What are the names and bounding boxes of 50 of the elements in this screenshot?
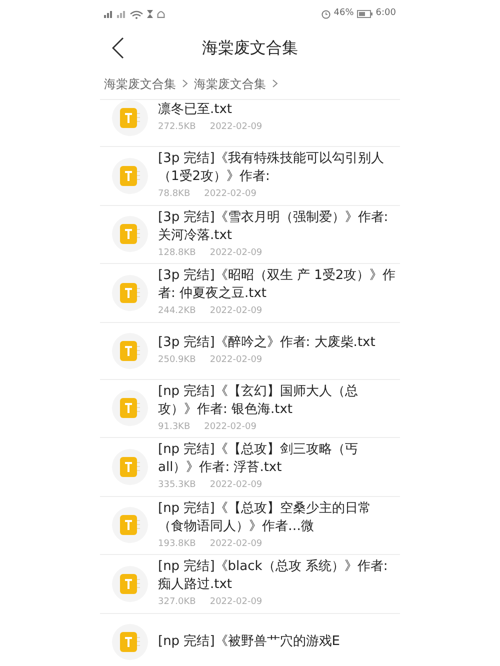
txt-file-icon [112, 507, 148, 544]
txt-file-icon [112, 332, 148, 368]
file-size: 244.2KB [158, 305, 196, 318]
chevron-right-icon [182, 79, 188, 88]
battery-percent: 46% [334, 7, 354, 20]
file-date: 2022-02-09 [210, 121, 262, 134]
signal-icon [104, 10, 113, 18]
file-size: 335.3KB [158, 479, 196, 492]
file-name[interactable]: [np 完结]《【总攻】空桑少主的日常（食物语同人）》作者…微 [158, 500, 396, 536]
txt-file-icon [112, 624, 148, 660]
file-date: 2022-02-09 [204, 188, 256, 201]
txt-file-icon [112, 566, 148, 602]
file-name[interactable]: [np 完结]《【玄幻】国师大人（总攻）》作者: 银色海.txt [158, 382, 396, 418]
clock-time: 6:00 [376, 7, 396, 20]
file-size: 327.0KB [158, 596, 196, 609]
file-date: 2022-02-09 [210, 246, 262, 260]
file-date: 2022-02-09 [210, 305, 262, 318]
file-name[interactable]: [3p 完结]《我有特殊技能可以勾引别人（1受2攻）》作者: [158, 150, 396, 186]
file-date: 2022-02-09 [204, 420, 256, 434]
alarm-icon [320, 9, 331, 19]
txt-file-icon [112, 448, 148, 485]
file-name[interactable]: [np 完结]《black（总攻 系统）》作者: 痴人路过.txt [158, 558, 396, 594]
wifi-icon [130, 10, 143, 18]
file-date: 2022-02-09 [210, 479, 262, 492]
txt-file-icon [112, 158, 148, 194]
file-size: 128.8KB [158, 246, 196, 260]
file-name[interactable]: [3p 完结]《雪衣月明（强制爱）》作者: 关河冷落.txt [158, 208, 396, 244]
txt-file-icon [112, 390, 148, 426]
file-size: 193.8KB [158, 538, 196, 550]
file-size: 78.8KB [158, 188, 190, 201]
file-name[interactable]: 凛冬已至.txt [158, 101, 396, 120]
file-name[interactable]: [np 完结]《【总攻】剑三攻略（丐all）》作者: 浮苔.txt [158, 441, 396, 477]
battery-icon [356, 10, 373, 18]
page-title: 海棠废文合集 [202, 37, 298, 59]
file-date: 2022-02-09 [210, 538, 262, 550]
file-name[interactable]: [3p 完结]《醉吟之》作者: 大废柴.txt [158, 334, 396, 352]
file-size: 250.9KB [158, 354, 196, 367]
txt-file-icon [112, 274, 148, 311]
breadcrumb-link[interactable]: 海棠废文合集 [104, 74, 176, 92]
txt-file-icon [112, 216, 148, 252]
hourglass-icon [147, 10, 153, 18]
file-date: 2022-02-09 [210, 354, 262, 367]
signal-icon [117, 10, 126, 18]
file-size: 272.5KB [158, 121, 196, 134]
chevron-right-icon [272, 79, 278, 88]
file-name[interactable]: [np 完结]《被野兽艹穴的游戏E [158, 632, 396, 650]
file-size: 91.3KB [158, 420, 190, 434]
file-date: 2022-02-09 [210, 596, 262, 609]
file-name[interactable]: [3p 完结]《昭昭（双生 产 1受2攻）》作者: 仲夏夜之豆.txt [158, 267, 396, 303]
breadcrumb-link[interactable]: 海棠废文合集 [194, 74, 266, 92]
